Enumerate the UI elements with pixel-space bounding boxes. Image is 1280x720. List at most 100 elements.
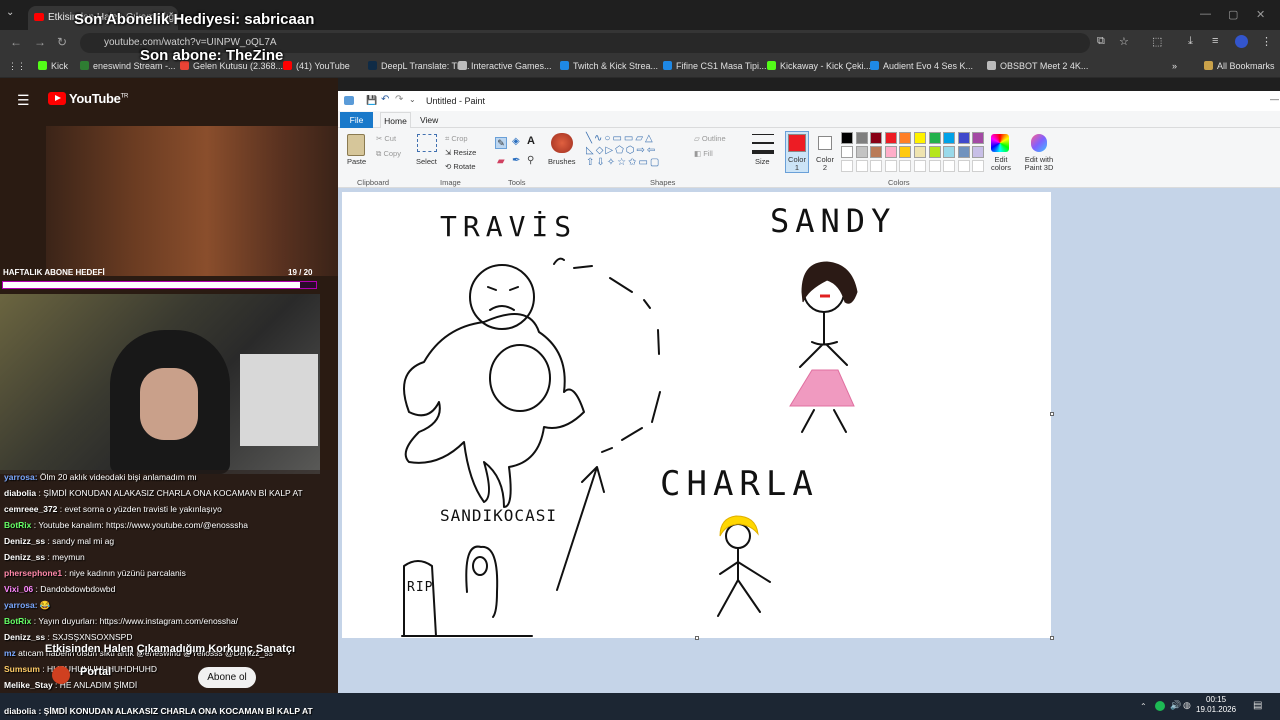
- palette-custom-swatch[interactable]: [914, 160, 926, 172]
- palette-swatch[interactable]: [884, 146, 897, 158]
- crop-button[interactable]: ⌗ Crop: [445, 134, 468, 144]
- chat-username[interactable]: Melike_Stay: [4, 680, 55, 690]
- paint-minimize-icon[interactable]: —: [1270, 94, 1279, 104]
- copy-button[interactable]: ⧉ Copy: [376, 149, 401, 159]
- palette-swatch[interactable]: [914, 132, 926, 144]
- back-icon[interactable]: ←: [10, 35, 22, 49]
- apps-icon[interactable]: ⋮⋮: [8, 61, 26, 72]
- media-icon[interactable]: ≡: [1212, 35, 1218, 47]
- color2-swatch[interactable]: [818, 136, 832, 150]
- maximize-icon[interactable]: ▢: [1228, 8, 1238, 21]
- bookmark-item[interactable]: Kick: [38, 61, 68, 71]
- install-icon[interactable]: ⧉: [1097, 35, 1105, 48]
- fill-icon[interactable]: ◈: [512, 136, 520, 147]
- palette-custom-swatch[interactable]: [870, 160, 883, 172]
- chat-username[interactable]: diabolia: [4, 488, 38, 498]
- palette-swatch[interactable]: [943, 146, 956, 158]
- palette-swatch[interactable]: [957, 132, 970, 144]
- palette-custom-swatch[interactable]: [943, 160, 956, 172]
- tray-expand-icon[interactable]: ⌃: [1140, 702, 1147, 711]
- bookmark-star-icon[interactable]: ☆: [1119, 35, 1129, 48]
- tab-search-icon[interactable]: ⌄: [6, 7, 14, 18]
- chat-username[interactable]: Vixi_06: [4, 584, 36, 594]
- palette-swatch[interactable]: [957, 146, 970, 158]
- bookmark-item[interactable]: (41) YouTube: [283, 61, 350, 71]
- paint3d-icon[interactable]: [1031, 134, 1047, 152]
- profile-avatar[interactable]: [1235, 35, 1248, 48]
- palette-custom-swatch[interactable]: [972, 160, 985, 172]
- palette-swatch[interactable]: [870, 132, 883, 144]
- close-icon[interactable]: ✕: [1256, 8, 1265, 21]
- palette-swatch[interactable]: [855, 146, 868, 158]
- outline-button[interactable]: ▱ Outline: [694, 134, 726, 143]
- bookmark-item[interactable]: Interactive Games...: [458, 61, 552, 71]
- shapes-gallery[interactable]: ╲∿○▭▭▱△ ◺◇▷⬠⬡⇨⇦ ⇧⇩✧☆✩▭▢: [586, 133, 682, 171]
- all-bookmarks[interactable]: All Bookmarks: [1204, 61, 1275, 71]
- extensions-icon[interactable]: ⬚: [1152, 35, 1162, 48]
- spotify-icon[interactable]: [1155, 701, 1165, 711]
- palette-swatch[interactable]: [928, 132, 941, 144]
- tab-file[interactable]: File: [340, 112, 373, 128]
- size-label[interactable]: Size: [755, 157, 770, 166]
- edit-3d-label[interactable]: Edit with Paint 3D: [1020, 156, 1058, 172]
- palette-custom-swatch[interactable]: [928, 160, 941, 172]
- minimize-icon[interactable]: —: [1200, 8, 1211, 20]
- color-picker-icon[interactable]: ✒: [512, 155, 520, 166]
- quick-access-icon[interactable]: ⌄: [409, 95, 416, 104]
- text-icon[interactable]: A: [527, 135, 535, 147]
- bookmark-item[interactable]: Twitch & Kick Strea...: [560, 61, 658, 71]
- more-bookmarks-icon[interactable]: »: [1172, 61, 1177, 71]
- palette-custom-swatch[interactable]: [841, 160, 853, 172]
- palette-swatch[interactable]: [928, 146, 941, 158]
- hamburger-menu-icon[interactable]: ☰: [17, 92, 30, 109]
- youtube-logo[interactable]: YouTubeTR: [48, 91, 128, 106]
- brushes-icon[interactable]: [551, 133, 573, 153]
- palette-swatch[interactable]: [914, 146, 926, 158]
- chat-username[interactable]: cemreee_372: [4, 504, 60, 514]
- palette-swatch[interactable]: [972, 146, 985, 158]
- rotate-button[interactable]: ⟲ Rotate: [445, 162, 476, 171]
- pencil-icon[interactable]: ✎: [495, 137, 507, 149]
- select-label[interactable]: Select: [416, 157, 437, 166]
- palette-swatch[interactable]: [884, 132, 897, 144]
- channel-name[interactable]: Portal: [80, 666, 111, 678]
- bookmark-item[interactable]: Audient Evo 4 Ses K...: [870, 61, 973, 71]
- bookmark-item[interactable]: OBSBOT Meet 2 4K...: [987, 61, 1088, 71]
- chat-username[interactable]: phersephone1: [4, 568, 64, 578]
- select-icon[interactable]: [417, 134, 437, 152]
- eraser-icon[interactable]: ▰: [497, 156, 505, 167]
- menu-icon[interactable]: ⋮: [1261, 35, 1272, 48]
- tab-view[interactable]: View: [420, 112, 438, 125]
- volume-icon[interactable]: 🔊: [1170, 700, 1181, 711]
- paste-icon[interactable]: [347, 134, 365, 156]
- subscribe-button[interactable]: Abone ol: [198, 667, 256, 688]
- download-icon[interactable]: ⤓: [1188, 35, 1193, 48]
- fill-button[interactable]: ◧ Fill: [694, 149, 713, 158]
- palette-swatch[interactable]: [841, 146, 853, 158]
- chat-username[interactable]: Denizz_ss: [4, 552, 47, 562]
- bookmark-item[interactable]: Kickaway - Kick Çeki...: [767, 61, 871, 71]
- undo-icon[interactable]: ↶: [381, 94, 389, 105]
- palette-custom-swatch[interactable]: [899, 160, 912, 172]
- palette-custom-swatch[interactable]: [855, 160, 868, 172]
- chat-username[interactable]: BotRix: [4, 520, 34, 530]
- palette-custom-swatch[interactable]: [884, 160, 897, 172]
- palette-swatch[interactable]: [972, 132, 985, 144]
- palette-swatch[interactable]: [841, 132, 853, 144]
- chat-username[interactable]: BotRix: [4, 616, 34, 626]
- notification-icon[interactable]: ▤: [1253, 700, 1262, 711]
- chat-username[interactable]: Denizz_ss: [4, 632, 47, 642]
- system-clock[interactable]: 00:15 19.01.2026: [1196, 695, 1236, 715]
- chat-username[interactable]: mz: [4, 648, 18, 658]
- edit-colors-icon[interactable]: [991, 134, 1009, 152]
- paste-label[interactable]: Paste: [347, 157, 366, 166]
- chat-username[interactable]: yarrosa:: [4, 600, 40, 610]
- save-icon[interactable]: 💾: [366, 95, 377, 106]
- video-title[interactable]: Etkisinden Halen Çıkamadığım Korkunç San…: [45, 643, 295, 655]
- resize-button[interactable]: ⇲ Resize: [445, 148, 476, 157]
- size-icon[interactable]: [752, 134, 774, 154]
- magnifier-icon[interactable]: ⚲: [527, 155, 534, 166]
- chat-username[interactable]: Sumsum: [4, 664, 42, 674]
- palette-swatch[interactable]: [899, 146, 912, 158]
- redo-icon[interactable]: ↷: [395, 94, 403, 105]
